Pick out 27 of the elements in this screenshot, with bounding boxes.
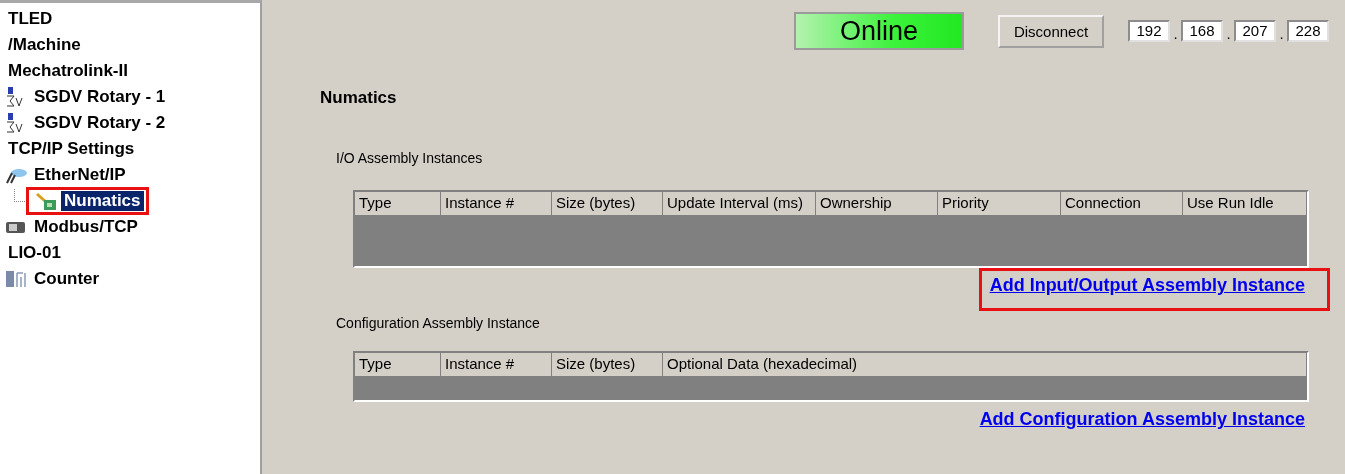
ip-octet-field[interactable]: 168 — [1181, 20, 1223, 42]
tree-item[interactable]: EtherNet/IP — [31, 165, 129, 185]
add-instance-link[interactable]: Add Input/Output Assembly Instance — [989, 275, 1305, 295]
status-indicator: Online — [794, 12, 964, 50]
tree-item[interactable]: Mechatrolink-II — [5, 61, 131, 81]
ip-separator: . — [1225, 25, 1232, 42]
tree-item[interactable]: Counter — [31, 269, 103, 289]
tree-item[interactable]: SGDV Rotary - 1 — [31, 87, 169, 107]
ip-octet-field[interactable]: 207 — [1234, 20, 1276, 42]
section-label: Configuration Assembly Instance — [336, 315, 541, 331]
ip-octet-field[interactable]: 228 — [1287, 20, 1329, 42]
ip-separator: . — [1278, 25, 1285, 42]
counter-icon — [5, 269, 27, 289]
add-instance-link[interactable]: Add Configuration Assembly Instance — [979, 409, 1305, 429]
tree-item[interactable]: TLED — [5, 9, 56, 29]
ip-separator: . — [1172, 25, 1179, 42]
tree-item[interactable]: SGDV Rotary - 2 — [31, 113, 169, 133]
disconnect-button[interactable]: Disconnect — [998, 14, 1104, 48]
device-icon — [35, 191, 57, 211]
tree-item[interactable]: Modbus/TCP — [31, 217, 141, 237]
ip-octet-field[interactable]: 192 — [1128, 20, 1170, 42]
device-title: Numatics — [320, 88, 398, 108]
tree-item[interactable]: /Machine — [5, 35, 84, 55]
section-label: I/O Assembly Instances — [336, 150, 484, 166]
tree-item[interactable]: TCP/IP Settings — [5, 139, 138, 159]
tree-item[interactable]: Numatics — [61, 191, 144, 211]
tree-item[interactable]: LIO-01 — [5, 243, 64, 263]
